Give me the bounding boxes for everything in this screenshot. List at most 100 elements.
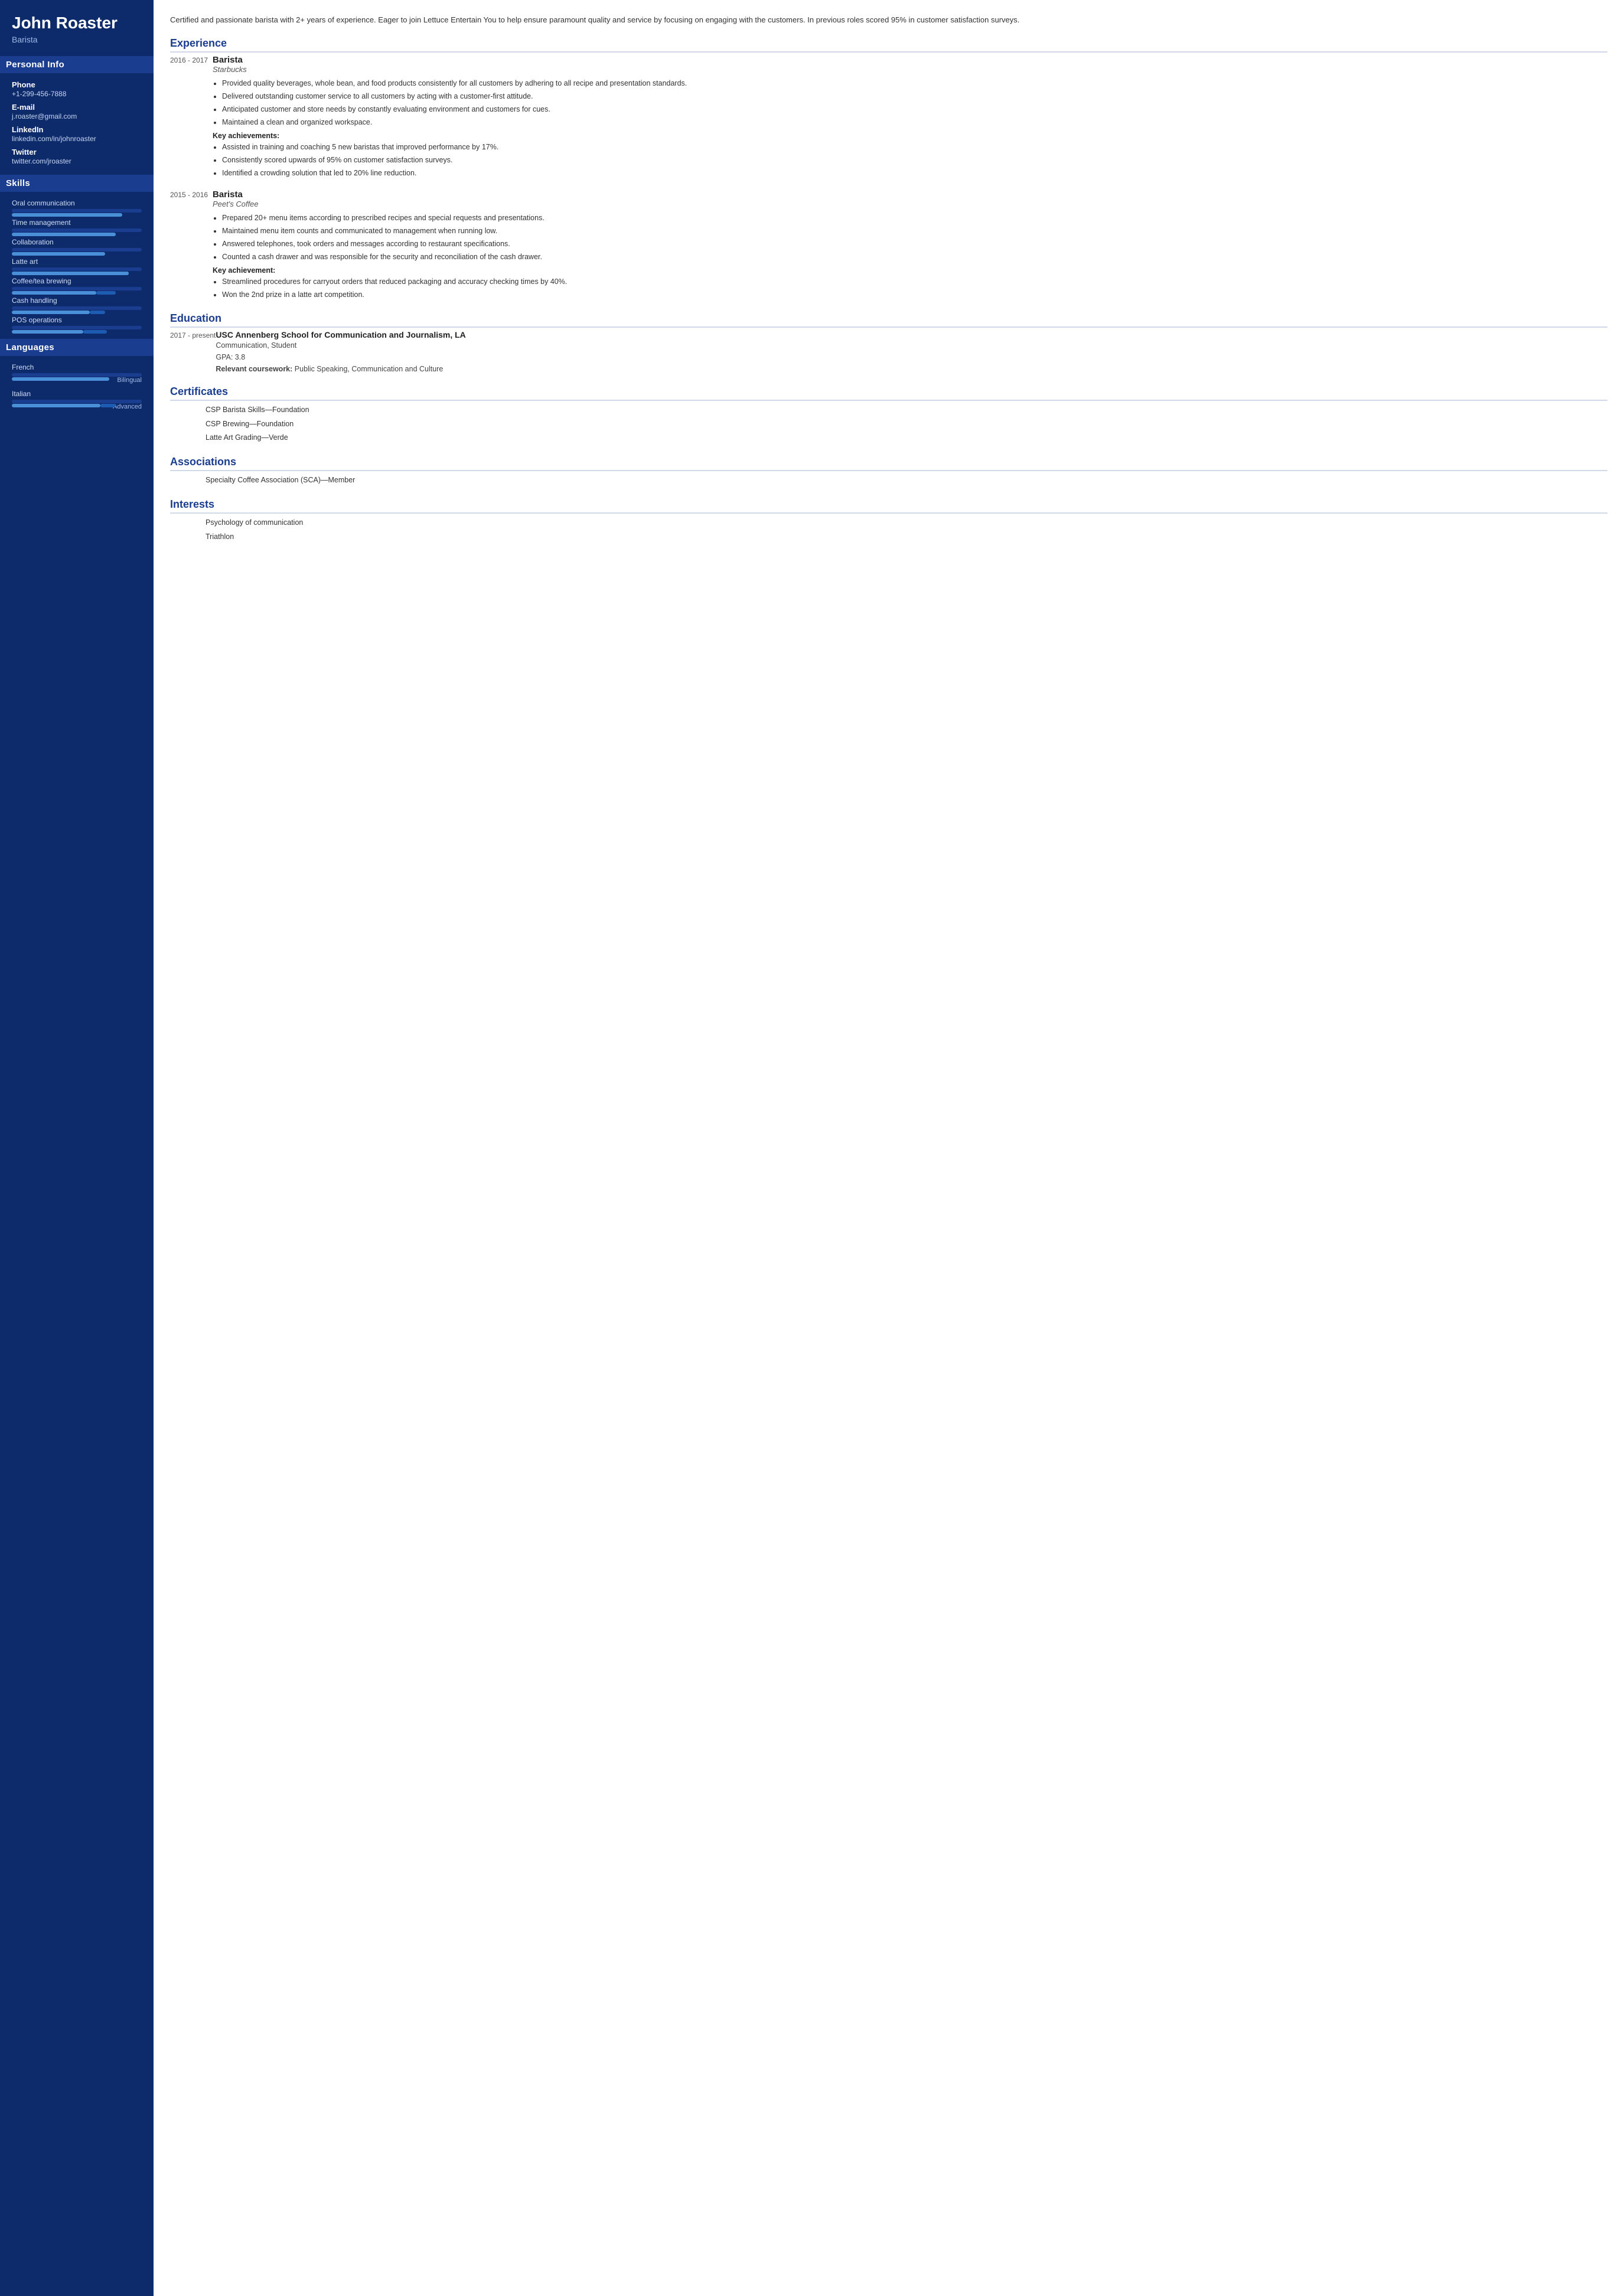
skill-bar-fill	[12, 252, 105, 256]
skill-name: Collaboration	[12, 238, 142, 246]
associations-heading: Associations	[170, 456, 1607, 471]
experience-date: 2016 - 2017	[170, 55, 213, 180]
education-coursework: Relevant coursework: Public Speaking, Co…	[216, 363, 1607, 375]
language-bar-background	[12, 373, 142, 377]
skill-item: Oral communication	[12, 199, 142, 213]
certificates-section: Certificates CSP Barista Skills—Foundati…	[170, 386, 1607, 445]
phone-value: +1-299-456-7888	[12, 90, 142, 98]
skill-bar-fill	[12, 213, 122, 217]
twitter-label: Twitter	[12, 148, 142, 156]
linkedin-label: LinkedIn	[12, 125, 142, 134]
skill-item: Time management	[12, 218, 142, 232]
candidate-title: Barista	[12, 35, 142, 44]
personal-info-section: Phone +1-299-456-7888 E-mail j.roaster@g…	[12, 80, 142, 165]
skill-bar-fill	[12, 291, 96, 295]
experience-item: 2015 - 2016BaristaPeet's CoffeePrepared …	[170, 190, 1607, 302]
associations-list: Specialty Coffee Association (SCA)—Membe…	[206, 473, 1607, 488]
phone-label: Phone	[12, 80, 142, 89]
skill-bar-background	[12, 326, 142, 329]
skill-name: Oral communication	[12, 199, 142, 207]
skill-item: Latte art	[12, 257, 142, 271]
language-bar-background	[12, 400, 142, 403]
experience-bullets: Provided quality beverages, whole bean, …	[222, 77, 1607, 128]
key-achievements-label: Key achievement:	[213, 266, 1607, 275]
coursework-label: Relevant coursework:	[216, 365, 294, 373]
interest-item: Psychology of communication	[206, 516, 1607, 530]
experience-bullet: Prepared 20+ menu items according to pre…	[222, 212, 1607, 224]
linkedin-field: LinkedIn linkedin.com/in/johnroaster	[12, 125, 142, 143]
skills-section: Oral communication Time management Collabo…	[12, 199, 142, 329]
language-item: FrenchBilingual	[12, 363, 142, 384]
skill-bar-background	[12, 248, 142, 252]
skill-name: Cash handling	[12, 296, 142, 305]
interests-list: Psychology of communicationTriathlon	[206, 516, 1607, 544]
key-achievements-label: Key achievements:	[213, 132, 1607, 140]
interests-heading: Interests	[170, 498, 1607, 514]
languages-section: FrenchBilingual ItalianAdvanced	[12, 363, 142, 410]
skill-bar-background	[12, 267, 142, 271]
experience-bullet: Counted a cash drawer and was responsibl…	[222, 251, 1607, 263]
experience-section: Experience 2016 - 2017BaristaStarbucksPr…	[170, 37, 1607, 302]
language-item: ItalianAdvanced	[12, 390, 142, 410]
experience-job-title: Barista	[213, 55, 1607, 65]
experience-list: 2016 - 2017BaristaStarbucksProvided qual…	[170, 55, 1607, 302]
experience-bullet: Anticipated customer and store needs by …	[222, 103, 1607, 115]
linkedin-value: linkedin.com/in/johnroaster	[12, 135, 142, 143]
skill-name: Coffee/tea brewing	[12, 277, 142, 285]
education-section: Education 2017 - presentUSC Annenberg Sc…	[170, 312, 1607, 375]
certificate-item: CSP Brewing—Foundation	[206, 417, 1607, 432]
achievement-bullet: Consistently scored upwards of 95% on cu…	[222, 154, 1607, 166]
interest-item: Triathlon	[206, 530, 1607, 544]
language-name: French	[12, 363, 142, 371]
experience-bullets: Prepared 20+ menu items according to pre…	[222, 212, 1607, 263]
association-item: Specialty Coffee Association (SCA)—Membe…	[206, 473, 1607, 488]
education-content: USC Annenberg School for Communication a…	[216, 330, 1607, 375]
skill-item: POS operations	[12, 316, 142, 329]
skill-bar-fill	[12, 330, 83, 334]
skill-item: Coffee/tea brewing	[12, 277, 142, 290]
education-field: Communication, Student	[216, 339, 1607, 351]
email-value: j.roaster@gmail.com	[12, 112, 142, 120]
experience-bullet: Provided quality beverages, whole bean, …	[222, 77, 1607, 89]
experience-job-title: Barista	[213, 190, 1607, 200]
experience-bullet: Maintained menu item counts and communic…	[222, 225, 1607, 237]
achievements-bullets: Assisted in training and coaching 5 new …	[222, 141, 1607, 179]
skill-bar-background	[12, 287, 142, 290]
email-label: E-mail	[12, 103, 142, 112]
sidebar: John Roaster Barista Personal Info Phone…	[0, 0, 154, 2296]
achievement-bullet: Identified a crowding solution that led …	[222, 167, 1607, 179]
skill-item: Cash handling	[12, 296, 142, 310]
skill-bar-accent	[96, 291, 116, 295]
candidate-name: John Roaster	[12, 14, 142, 32]
skill-bar-accent	[83, 330, 107, 334]
experience-bullet: Delivered outstanding customer service t…	[222, 90, 1607, 102]
education-heading: Education	[170, 312, 1607, 328]
certificate-item: Latte Art Grading—Verde	[206, 431, 1607, 445]
experience-company: Starbucks	[213, 65, 1607, 74]
language-bar-fill	[12, 404, 100, 407]
achievement-bullet: Assisted in training and coaching 5 new …	[222, 141, 1607, 153]
experience-company: Peet's Coffee	[213, 200, 1607, 208]
skill-bar-background	[12, 209, 142, 213]
email-field: E-mail j.roaster@gmail.com	[12, 103, 142, 120]
achievements-bullets: Streamlined procedures for carryout orde…	[222, 276, 1607, 301]
language-bar-fill	[12, 377, 109, 381]
education-list: 2017 - presentUSC Annenberg School for C…	[170, 330, 1607, 375]
associations-section: Associations Specialty Coffee Associatio…	[170, 456, 1607, 488]
education-date: 2017 - present	[170, 330, 216, 375]
education-institution: USC Annenberg School for Communication a…	[216, 330, 1607, 339]
skill-bar-fill	[12, 233, 116, 236]
main-content: Certified and passionate barista with 2+…	[154, 0, 1624, 2296]
summary-text: Certified and passionate barista with 2+…	[170, 14, 1607, 27]
skill-bar-accent	[90, 311, 105, 314]
certificates-heading: Certificates	[170, 386, 1607, 401]
skill-name: POS operations	[12, 316, 142, 324]
interests-section: Interests Psychology of communicationTri…	[170, 498, 1607, 544]
achievement-bullet: Won the 2nd prize in a latte art competi…	[222, 289, 1607, 301]
skill-bar-background	[12, 228, 142, 232]
skill-name: Time management	[12, 218, 142, 227]
experience-item: 2016 - 2017BaristaStarbucks Provided qual…	[170, 55, 1607, 180]
experience-content: BaristaPeet's Coffee Prepared 20+ menu it…	[213, 190, 1607, 302]
achievement-bullet: Streamlined procedures for carryout orde…	[222, 276, 1607, 288]
twitter-value: twitter.com/jroaster	[12, 157, 142, 165]
